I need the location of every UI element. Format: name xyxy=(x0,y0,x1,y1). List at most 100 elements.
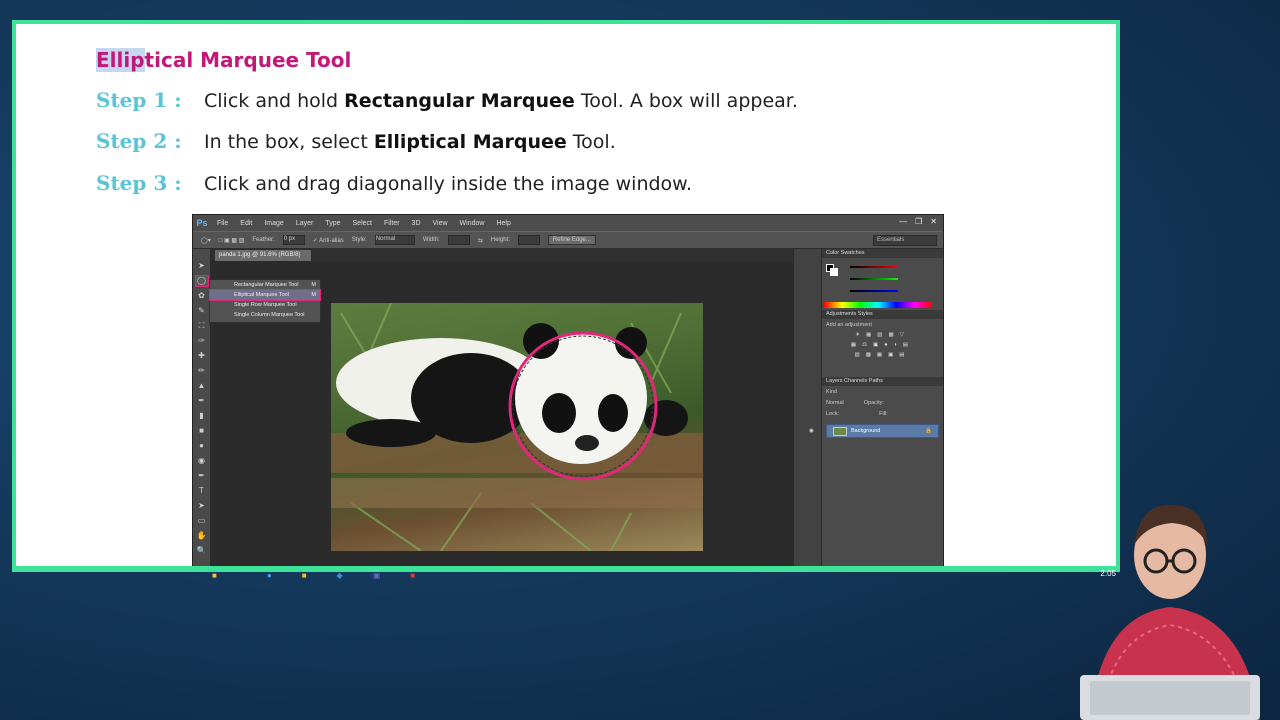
workspace-select[interactable]: Essentials xyxy=(873,235,937,246)
layers-panel: Kind Normal Opacity: Lock: Fill: xyxy=(822,386,943,420)
red-slider[interactable] xyxy=(850,266,898,268)
menu-window[interactable]: Window xyxy=(454,220,491,227)
layer-name: Background xyxy=(851,428,881,434)
close-icon[interactable]: ✕ xyxy=(930,217,937,226)
type-tool-icon[interactable]: T xyxy=(196,486,208,496)
taskbar: ■ ● ■ ◆ ▣ ■ 2:05 xyxy=(12,568,1120,582)
history-brush-icon[interactable]: ✒ xyxy=(196,396,208,406)
flyout-single-row-marquee[interactable]: Single Row Marquee Tool xyxy=(210,300,320,310)
step-label: Step 2 : xyxy=(96,129,182,153)
document-tab[interactable]: panda 1.jpg @ 91.6% (RGB/8) xyxy=(215,250,311,261)
pen-tool-icon[interactable]: ✒ xyxy=(196,471,208,481)
layer-kind-filter[interactable]: Kind xyxy=(826,389,939,395)
flyout-rectangular-marquee[interactable]: Rectangular Marquee Tool M xyxy=(210,280,320,290)
width-label: Width: xyxy=(422,237,440,243)
browser-icon[interactable]: ● xyxy=(267,571,272,580)
marquee-tool-icon[interactable]: ◯ xyxy=(194,275,209,287)
menu-select[interactable]: Select xyxy=(347,220,378,227)
style-label: Style: xyxy=(351,237,367,243)
menu-image[interactable]: Image xyxy=(258,220,289,227)
fill-label: Fill: xyxy=(879,411,888,417)
eyedropper-icon[interactable]: ✑ xyxy=(196,336,208,346)
menu-file[interactable]: File xyxy=(211,220,234,227)
height-label: Height: xyxy=(490,237,510,243)
adjustment-icons-row-3[interactable]: ▨▩▦▣▤ xyxy=(826,352,939,358)
color-spectrum[interactable] xyxy=(824,302,932,308)
folder-icon[interactable]: ■ xyxy=(212,571,217,580)
blue-slider[interactable] xyxy=(850,290,898,292)
flyout-elliptical-marquee[interactable]: Elliptical Marquee Tool M xyxy=(209,289,321,301)
step-text: Click and drag diagonally inside the ima… xyxy=(204,173,693,195)
menu-help[interactable]: Help xyxy=(490,220,516,227)
lock-icon: 🔒 xyxy=(925,428,932,434)
step-3: Step 3 : Click and drag diagonally insid… xyxy=(96,171,692,195)
feather-input[interactable]: 0 px xyxy=(282,235,305,245)
eye-icon[interactable]: ◉ xyxy=(809,425,814,437)
quick-select-icon[interactable]: ✎ xyxy=(196,306,208,316)
zoom-tool-icon[interactable]: 🔍 xyxy=(196,546,208,556)
menu-view[interactable]: View xyxy=(427,220,454,227)
feather-label: Feather: xyxy=(252,237,275,243)
hand-tool-icon[interactable]: ✋ xyxy=(196,531,208,541)
marquee-flyout-menu: Rectangular Marquee Tool M Elliptical Mar… xyxy=(209,279,321,323)
blur-tool-icon[interactable]: ● xyxy=(196,441,208,451)
presenter-video xyxy=(1060,495,1280,720)
explorer-icon[interactable]: ■ xyxy=(302,571,307,580)
height-input[interactable] xyxy=(517,235,540,245)
lock-label: Lock: xyxy=(826,411,840,417)
dodge-tool-icon[interactable]: ◉ xyxy=(196,456,208,466)
menu-layer[interactable]: Layer xyxy=(290,220,320,227)
swap-icon[interactable]: ⇆ xyxy=(478,237,483,244)
refine-edge-button[interactable]: Refine Edge... xyxy=(547,235,596,245)
layer-background[interactable]: ◉ Background 🔒 xyxy=(809,424,939,438)
step-text: In the box, select Elliptical Marquee To… xyxy=(204,131,616,153)
antialias-checkbox[interactable]: ✓ Anti-alias xyxy=(313,237,344,244)
gradient-tool-icon[interactable]: ■ xyxy=(196,426,208,436)
selection-mode-icons[interactable]: □ ▣ ▩ ▨ xyxy=(219,237,245,244)
stamp-tool-icon[interactable]: ▲ xyxy=(196,381,208,391)
menu-type[interactable]: Type xyxy=(319,220,346,227)
style-select[interactable]: Normal xyxy=(374,235,415,245)
healing-brush-icon[interactable]: ✚ xyxy=(196,351,208,361)
maximize-icon[interactable]: ❐ xyxy=(915,217,922,226)
lesson-slide: Elliptical Marquee Tool Step 1 : Click a… xyxy=(12,20,1120,572)
move-tool-icon[interactable]: ➤ xyxy=(196,261,208,271)
ps-logo: Ps xyxy=(196,218,208,228)
background-color-swatch[interactable] xyxy=(830,268,838,276)
step-label: Step 1 : xyxy=(96,88,182,112)
crop-tool-icon[interactable]: ⛶ xyxy=(196,321,208,331)
opacity-label: Opacity: xyxy=(863,400,884,406)
taskbar-app-icon[interactable]: ▣ xyxy=(373,571,381,580)
menu-edit[interactable]: Edit xyxy=(234,220,258,227)
path-select-icon[interactable]: ➤ xyxy=(196,501,208,511)
minimize-icon[interactable]: — xyxy=(899,217,907,226)
adjustment-icons-row-2[interactable]: ▦⚖▣●◑▤ xyxy=(826,342,939,348)
app-icon[interactable]: ◆ xyxy=(337,571,343,580)
color-panel xyxy=(822,258,943,310)
adjustments-panel-tabs[interactable]: Adjustments Styles xyxy=(822,310,943,319)
slide-title: Elliptical Marquee Tool xyxy=(96,48,351,72)
shape-tool-icon[interactable]: ▭ xyxy=(196,516,208,526)
step-label: Step 3 : xyxy=(96,171,182,195)
menu-3d[interactable]: 3D xyxy=(406,220,427,227)
blend-row: Normal Opacity: xyxy=(826,400,939,406)
width-input[interactable] xyxy=(447,235,470,245)
lasso-tool-icon[interactable]: ✿ xyxy=(196,291,208,301)
recording-icon[interactable]: ■ xyxy=(410,571,415,580)
green-slider[interactable] xyxy=(850,278,898,280)
color-panel-tabs[interactable]: Color Swatches xyxy=(822,249,943,258)
step-text: Click and hold Rectangular Marquee Tool.… xyxy=(204,90,798,112)
blend-mode-select[interactable]: Normal xyxy=(826,400,844,406)
document-tabs: panda 1.jpg @ 91.6% (RGB/8) xyxy=(211,249,793,261)
title-selected-text: Ellip xyxy=(96,48,145,72)
brush-tool-icon[interactable]: ✏ xyxy=(196,366,208,376)
marquee-preset-icon[interactable]: ◯▾ xyxy=(201,237,211,244)
layer-thumbnail xyxy=(833,427,847,436)
ps-menubar: Ps File Edit Image Layer Type Select Fil… xyxy=(193,215,943,231)
flyout-single-column-marquee[interactable]: Single Column Marquee Tool xyxy=(210,310,320,320)
layers-panel-tabs[interactable]: Layers Channels Paths xyxy=(822,377,943,386)
eraser-tool-icon[interactable]: ▮ xyxy=(196,411,208,421)
adjustment-icons-row-1[interactable]: ☀▦▨▩▽ xyxy=(826,332,939,338)
panda-photo[interactable] xyxy=(331,303,703,551)
menu-filter[interactable]: Filter xyxy=(378,220,406,227)
